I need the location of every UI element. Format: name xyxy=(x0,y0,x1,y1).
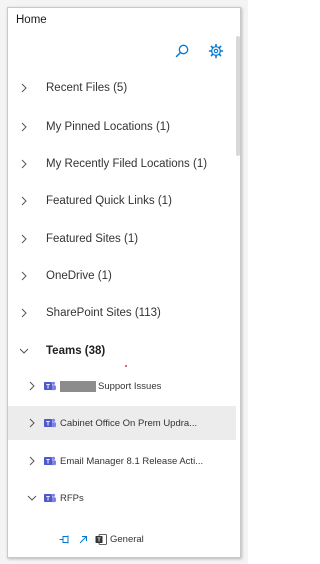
redacted-text xyxy=(60,380,96,392)
teams-icon: T xyxy=(44,456,56,465)
pin-icon[interactable] xyxy=(59,535,70,544)
teams-icon: T xyxy=(44,381,56,390)
nav-item-pinned-locations[interactable]: My Pinned Locations (1) xyxy=(8,109,236,145)
nav-item-label: Featured Sites (1) xyxy=(46,233,139,245)
chevron-right-icon xyxy=(19,308,29,318)
team-item-label: Email Manager 8.1 Release Acti... xyxy=(60,455,204,467)
gear-icon xyxy=(208,43,224,59)
team-item-email-manager[interactable]: T Email Manager 8.1 Release Acti... xyxy=(8,444,236,478)
channel-item-general[interactable]: T General xyxy=(8,526,236,552)
teams-icon: T xyxy=(44,493,56,502)
svg-text:T: T xyxy=(46,420,50,427)
svg-text:T: T xyxy=(46,495,50,502)
team-item-label: Support Issues xyxy=(98,380,162,392)
chevron-right-icon xyxy=(19,83,29,93)
chevron-right-icon xyxy=(19,196,29,206)
chevron-right-icon xyxy=(27,456,37,466)
team-item-label: Cabinet Office On Prem Updra... xyxy=(60,417,198,429)
team-item-rfps[interactable]: T RFPs xyxy=(8,481,236,515)
red-dot-marker xyxy=(125,365,127,367)
chevron-right-icon xyxy=(27,381,37,391)
nav-item-recently-filed[interactable]: My Recently Filed Locations (1) xyxy=(8,146,236,182)
nav-item-teams[interactable]: Teams (38) xyxy=(8,333,236,369)
nav-item-sharepoint-sites[interactable]: SharePoint Sites (113) xyxy=(8,295,236,331)
nav-item-label: Teams (38) xyxy=(46,345,106,357)
svg-text:T: T xyxy=(46,458,50,465)
open-link-icon[interactable] xyxy=(79,535,88,544)
chevron-right-icon xyxy=(27,418,37,428)
window-frame: Home Recent Files (5) My Pinned Location… xyxy=(0,0,248,564)
chevron-down-icon xyxy=(19,346,29,356)
toolbar xyxy=(10,39,236,71)
chevron-right-icon xyxy=(19,234,29,244)
search-icon xyxy=(175,44,189,58)
navigation-panel: Home Recent Files (5) My Pinned Location… xyxy=(7,7,241,558)
chevron-right-icon xyxy=(19,122,29,132)
chevron-right-icon xyxy=(19,271,29,281)
nav-item-label: Featured Quick Links (1) xyxy=(46,195,172,207)
chevron-right-icon xyxy=(19,159,29,169)
nav-item-label: My Pinned Locations (1) xyxy=(46,121,171,133)
team-item-cabinet-office[interactable]: T Cabinet Office On Prem Updra... xyxy=(8,406,236,440)
search-button[interactable] xyxy=(170,39,194,63)
nav-item-featured-quick-links[interactable]: Featured Quick Links (1) xyxy=(8,183,236,219)
svg-text:T: T xyxy=(46,383,50,390)
channel-item-label: General xyxy=(110,533,144,545)
chevron-down-icon xyxy=(27,493,37,503)
team-item-label: RFPs xyxy=(60,492,84,504)
page-title: Home xyxy=(16,14,47,26)
scrollbar-thumb[interactable] xyxy=(236,36,240,156)
nav-item-recent-files[interactable]: Recent Files (5) xyxy=(8,70,236,106)
nav-item-onedrive[interactable]: OneDrive (1) xyxy=(8,258,236,294)
nav-item-label: Recent Files (5) xyxy=(46,82,128,94)
nav-item-label: My Recently Filed Locations (1) xyxy=(46,158,208,170)
team-item-support-issues[interactable]: T Support Issues xyxy=(8,369,236,403)
nav-item-featured-sites[interactable]: Featured Sites (1) xyxy=(8,221,236,257)
nav-item-label: OneDrive (1) xyxy=(46,270,112,282)
teams-icon: T xyxy=(44,418,56,427)
teams-channel-icon: T xyxy=(95,533,107,545)
settings-button[interactable] xyxy=(204,39,228,63)
nav-item-label: SharePoint Sites (113) xyxy=(46,307,161,319)
